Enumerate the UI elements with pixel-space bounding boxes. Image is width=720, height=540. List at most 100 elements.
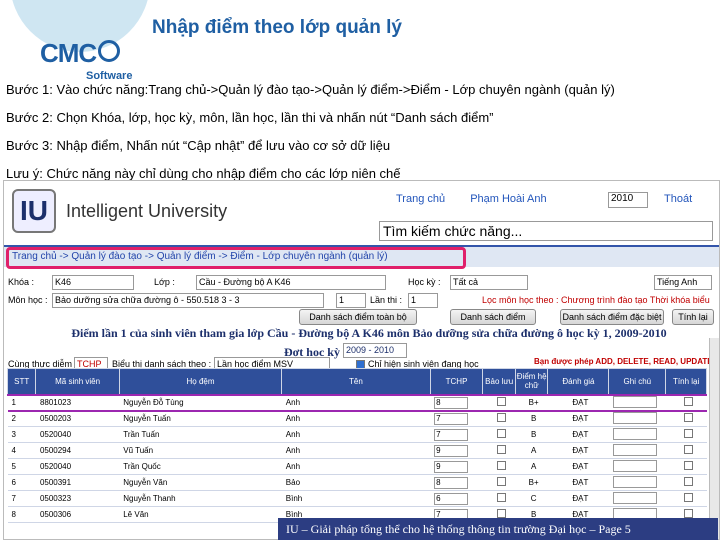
row-checkbox[interactable] bbox=[496, 461, 506, 470]
row-checkbox[interactable] bbox=[496, 509, 506, 518]
table-row: 4 0500294 Vũ Tuấn Anh 9 A ĐẠT bbox=[7, 442, 707, 459]
cell-baoluu bbox=[482, 474, 516, 491]
grade-input[interactable]: 7 bbox=[434, 412, 469, 425]
cell-tchp: 6 bbox=[430, 490, 483, 507]
logo-sub: Software bbox=[86, 70, 133, 82]
cell-ghichu bbox=[608, 410, 666, 427]
cell-baoluu bbox=[482, 410, 516, 427]
mon-select[interactable]: Bảo dưỡng sửa chữa đường ô - 550.518 3 -… bbox=[52, 293, 324, 308]
grades-table: STT Mã sinh viên Họ đệm Tên TCHP Bảo lưu… bbox=[6, 368, 707, 523]
lanthi-select[interactable]: 1 bbox=[408, 293, 438, 308]
cell-stt: 1 bbox=[7, 393, 36, 412]
cell-ghichu bbox=[608, 426, 666, 443]
search-input[interactable]: Tìm kiếm chức năng... bbox=[379, 221, 713, 241]
footer-bar: IU – Giải pháp tổng thể cho hệ thống thô… bbox=[278, 518, 718, 540]
table-header: STT Mã sinh viên Họ đệm Tên TCHP Bảo lưu… bbox=[6, 368, 707, 395]
step-note: Lưu ý: Chức năng này chỉ dùng cho nhập đ… bbox=[6, 166, 401, 181]
cell-ho: Vũ Tuấn bbox=[119, 442, 282, 459]
lop-select[interactable]: Cầu - Đường bộ A K46 bbox=[196, 275, 386, 290]
all-grades-button[interactable]: Danh sách điểm toàn bộ bbox=[299, 309, 417, 325]
row-checkbox[interactable] bbox=[496, 445, 506, 454]
steps-list: Bước 1: Vào chức năng:Trang chủ->Quản lý… bbox=[6, 82, 716, 194]
grade-input[interactable]: 8 bbox=[434, 396, 469, 409]
cell-ghichu bbox=[608, 474, 666, 491]
row-checkbox[interactable] bbox=[683, 477, 693, 486]
cell-stt: 6 bbox=[7, 474, 36, 491]
note-input[interactable] bbox=[612, 411, 657, 424]
cell-stt: 8 bbox=[7, 506, 36, 523]
note-input[interactable] bbox=[612, 475, 657, 488]
special-grades-button[interactable]: Danh sách điểm đặc biệt bbox=[560, 309, 664, 325]
home-link[interactable]: Trang chủ bbox=[396, 193, 445, 205]
row-checkbox[interactable] bbox=[683, 429, 693, 438]
cell-ho: Nguyễn Thanh bbox=[119, 490, 282, 507]
breadcrumb-highlight bbox=[6, 247, 466, 269]
step-2: Bước 2: Chọn Khóa, lớp, học kỳ, môn, lần… bbox=[6, 110, 494, 125]
term-select[interactable]: 2009 - 2010 bbox=[342, 343, 407, 358]
row-checkbox[interactable] bbox=[683, 509, 693, 518]
lanhoc-select[interactable]: 1 bbox=[336, 293, 366, 308]
filter-text[interactable]: Lọc môn học theo : Chương trình đào tạo … bbox=[482, 295, 710, 305]
language-select[interactable]: Tiếng Anh bbox=[654, 275, 712, 290]
cell-danhgia: ĐẠT bbox=[547, 490, 609, 507]
note-input[interactable] bbox=[612, 491, 657, 504]
grade-input[interactable]: 9 bbox=[434, 444, 469, 457]
col-diemchu: Điểm hệ chữ bbox=[514, 368, 549, 395]
grade-input[interactable]: 7 bbox=[434, 428, 469, 441]
recalc-button[interactable]: Tính lại bbox=[672, 309, 714, 325]
note-input[interactable] bbox=[612, 427, 657, 440]
iu-logo: IU bbox=[12, 189, 56, 233]
note-input[interactable] bbox=[612, 459, 657, 472]
table-scrollbar[interactable] bbox=[709, 338, 719, 539]
cell-ho: Nguyễn Tuấn bbox=[119, 410, 282, 427]
cell-tinhlai bbox=[665, 426, 707, 443]
cell-diemchu: A bbox=[515, 458, 548, 475]
mon-label: Môn học : bbox=[8, 295, 48, 305]
top-links: Trang chủ Phạm Hoài Anh bbox=[396, 193, 569, 205]
cell-ho: Nguyễn Văn bbox=[119, 474, 282, 491]
row-checkbox[interactable] bbox=[496, 477, 506, 486]
user-link[interactable]: Phạm Hoài Anh bbox=[470, 193, 546, 205]
quit-link[interactable]: Thoát bbox=[664, 193, 692, 205]
row-checkbox[interactable] bbox=[496, 413, 506, 423]
cell-tinhlai bbox=[665, 410, 707, 427]
hocky-select[interactable]: Tất cả bbox=[450, 275, 528, 290]
khoa-select[interactable]: K46 bbox=[52, 275, 134, 290]
row-checkbox[interactable] bbox=[683, 493, 693, 502]
col-ho: Họ đệm bbox=[118, 368, 283, 395]
cell-danhgia: ĐẠT bbox=[547, 426, 609, 443]
grade-input[interactable]: 9 bbox=[434, 460, 469, 473]
row-checkbox[interactable] bbox=[496, 397, 506, 406]
row-checkbox[interactable] bbox=[683, 397, 693, 406]
permission-text: Bạn được phép ADD, DELETE, READ, UPDATE bbox=[534, 357, 713, 366]
col-danhgia: Đánh giá bbox=[547, 368, 610, 395]
cell-ma: 0520040 bbox=[35, 426, 120, 443]
cell-ghichu bbox=[608, 442, 666, 459]
row-checkbox[interactable] bbox=[683, 445, 693, 454]
grade-input[interactable]: 6 bbox=[434, 492, 469, 505]
row-checkbox[interactable] bbox=[683, 461, 693, 470]
cell-diemchu: C bbox=[515, 490, 548, 507]
col-stt: STT bbox=[6, 368, 37, 395]
cell-stt: 4 bbox=[7, 442, 36, 459]
cell-tchp: 9 bbox=[430, 458, 483, 475]
cell-ghichu bbox=[608, 393, 666, 412]
cell-danhgia: ĐẠT bbox=[547, 458, 609, 475]
globe-icon bbox=[98, 40, 120, 62]
cell-diemchu: B+ bbox=[515, 474, 548, 491]
grades-list-button[interactable]: Danh sách điểm bbox=[450, 309, 536, 325]
cell-ma: 8801023 bbox=[35, 393, 120, 412]
grade-input[interactable]: 8 bbox=[434, 476, 469, 489]
col-tinhlai: Tính lại bbox=[665, 368, 707, 395]
cell-diemchu: B bbox=[515, 410, 548, 427]
row-checkbox[interactable] bbox=[683, 413, 693, 423]
note-input[interactable] bbox=[612, 443, 657, 456]
lop-label: Lớp : bbox=[154, 277, 175, 287]
row-checkbox[interactable] bbox=[496, 493, 506, 502]
logo-brand: CMC bbox=[40, 38, 97, 68]
row-checkbox[interactable] bbox=[496, 429, 506, 438]
note-input[interactable] bbox=[612, 395, 657, 408]
cell-ten: Bình bbox=[281, 490, 431, 507]
cell-stt: 5 bbox=[7, 458, 36, 475]
year-select[interactable]: 2010 bbox=[608, 192, 648, 208]
